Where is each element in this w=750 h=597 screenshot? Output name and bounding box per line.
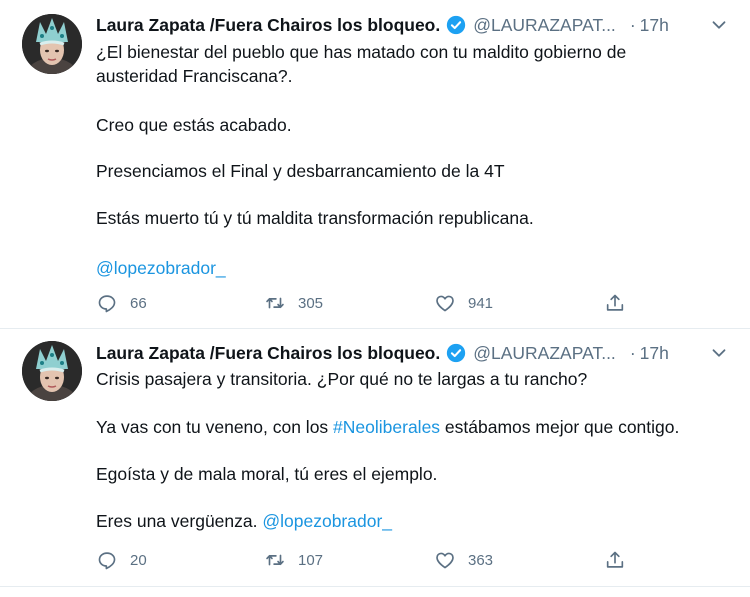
timestamp[interactable]: 17h (640, 15, 669, 36)
reply-icon (98, 295, 116, 313)
tweet-text-line: Estás muerto tú y tú maldita transformac… (96, 208, 534, 228)
verified-badge-icon (447, 343, 466, 363)
avatar[interactable] (22, 341, 82, 401)
tweet-text-line: austeridad Franciscana?. (96, 66, 293, 86)
tweet-2[interactable]: Laura Zapata /Fuera Chairos los bloqueo.… (0, 329, 750, 587)
chevron-down-icon[interactable] (708, 342, 730, 364)
retweet-button[interactable]: 107 (264, 549, 323, 571)
retweet-icon (266, 297, 284, 309)
tweet-actions: 20 107 363 (96, 549, 636, 575)
separator-dot: · (629, 14, 636, 35)
mention-link[interactable]: @lopezobrador_ (96, 258, 226, 278)
reply-button[interactable]: 20 (96, 549, 147, 571)
tweet-text-line: Ya vas con tu veneno, con los #Neolibera… (96, 416, 730, 439)
text-segment: Ya vas con tu veneno, con los (96, 417, 334, 437)
tweet-text-line: Eres una vergüenza. @lopezobrador_ (96, 510, 730, 533)
heart-icon (436, 552, 454, 569)
tweet-actions: 66 305 941 (96, 292, 636, 318)
handle[interactable]: @LAURAZAPAT... (473, 15, 616, 36)
like-button[interactable]: 941 (434, 292, 493, 314)
display-name[interactable]: Laura Zapata /Fuera Chairos los bloqueo. (96, 343, 440, 364)
retweet-button[interactable]: 305 (264, 292, 323, 314)
retweet-count: 305 (298, 294, 324, 312)
mention-link[interactable]: @lopezobrador_ (262, 511, 392, 531)
like-count: 941 (468, 294, 494, 312)
handle[interactable]: @LAURAZAPAT... (473, 343, 616, 364)
tweet-text-line: Presenciamos el Final y desbarrancamient… (96, 161, 505, 181)
tweet-header: Laura Zapata /Fuera Chairos los bloqueo.… (96, 342, 730, 364)
tweet-text-line: @lopezobrador_ (96, 257, 730, 280)
verified-badge-icon (447, 15, 466, 35)
tweet-text-line: Crisis pasajera y transitoria. ¿Por qué … (96, 369, 588, 389)
reply-count: 66 (130, 294, 147, 312)
text-segment: estábamos mejor que contigo. (440, 417, 680, 437)
text-segment: Eres una vergüenza. (96, 511, 263, 531)
like-button[interactable]: 363 (434, 549, 493, 571)
share-button[interactable] (604, 549, 626, 571)
share-icon (606, 294, 624, 311)
retweet-icon (266, 554, 284, 566)
hashtag-link[interactable]: #Neoliberales (333, 417, 440, 437)
retweet-count: 107 (298, 551, 324, 569)
tweet-1[interactable]: Laura Zapata /Fuera Chairos los bloqueo.… (0, 0, 750, 329)
tweet-text-line: Egoísta y de mala moral, tú eres el ejem… (96, 464, 438, 484)
tweet-header: Laura Zapata /Fuera Chairos los bloqueo.… (96, 14, 730, 36)
tweet-text-line: ¿El bienestar del pueblo que has matado … (96, 42, 627, 62)
avatar[interactable] (22, 14, 82, 74)
heart-icon (436, 295, 454, 312)
like-count: 363 (468, 551, 494, 569)
separator-dot: · (629, 342, 636, 363)
chevron-down-icon[interactable] (708, 14, 730, 36)
share-icon (606, 551, 624, 568)
reply-icon (98, 552, 116, 570)
timestamp[interactable]: 17h (640, 343, 669, 364)
share-button[interactable] (604, 292, 626, 314)
tweet-text-line: Creo que estás acabado. (96, 115, 292, 135)
reply-button[interactable]: 66 (96, 292, 147, 314)
display-name[interactable]: Laura Zapata /Fuera Chairos los bloqueo. (96, 15, 440, 36)
reply-count: 20 (130, 551, 147, 569)
